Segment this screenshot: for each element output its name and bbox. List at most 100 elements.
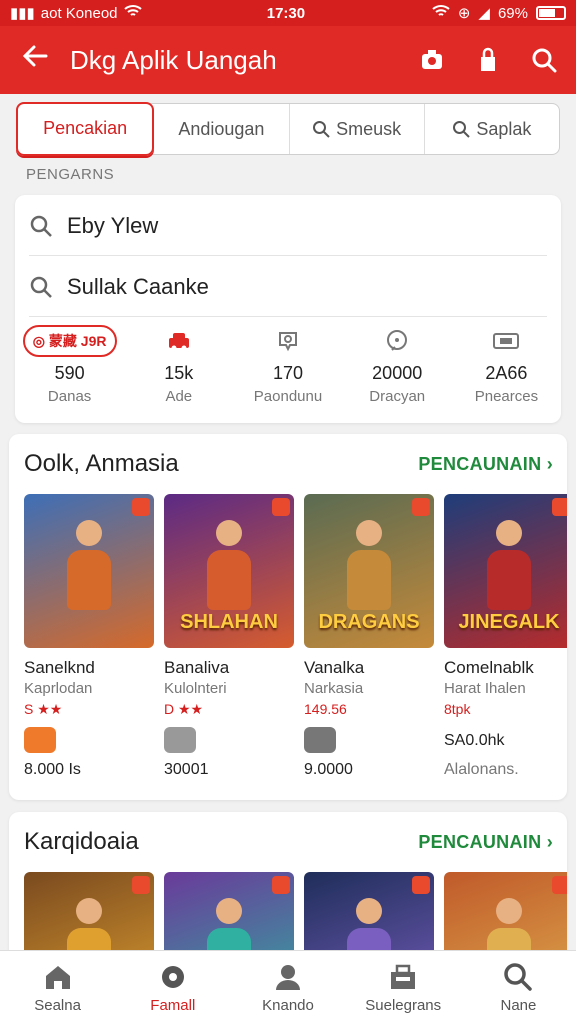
status-bar: ▮▮▮ aot Koneod 17:30 ⊕ ◢ 69%: [0, 0, 576, 26]
search-suggestions-card: Eby Ylew Sullak Caanke ◎ 蒙藏 J9R 590 Danas…: [15, 195, 561, 423]
tab-smeusk[interactable]: Smeusk: [290, 104, 425, 154]
stat-item[interactable]: 2A66 Pnearces: [452, 323, 561, 413]
bottom-navigation: Sealna Famall Knando Suelegrans Nane: [0, 950, 576, 1024]
suggestion-item[interactable]: Eby Ylew: [29, 196, 547, 256]
stat-item[interactable]: 15k Ade: [124, 323, 233, 413]
game-card[interactable]: STLANDAS: [24, 872, 154, 962]
nav-item-games[interactable]: Famall: [115, 951, 230, 1024]
game-subtitle: Kaprlodan: [24, 680, 93, 697]
game-row: STLANDASPEIDASDIADAKSVOKDIK: [9, 872, 567, 962]
see-more-link[interactable]: PENCAUNAIN ›: [418, 832, 553, 853]
nav-label: Knando: [262, 997, 314, 1014]
game-thumbnail[interactable]: VOKDIK: [444, 872, 567, 962]
ticket-icon: [493, 333, 520, 349]
game-thumbnail[interactable]: DRAGANS: [304, 494, 434, 648]
nav-item-store[interactable]: Suelegrans: [346, 951, 461, 1024]
stat-item[interactable]: ◎ 蒙藏 J9R 590 Danas: [15, 323, 124, 413]
character-art: [62, 520, 116, 630]
character-head: [76, 520, 102, 546]
tab-label: Andiougan: [178, 118, 265, 139]
camera-button[interactable]: [418, 46, 446, 74]
game-icon-row: [304, 721, 434, 759]
game-thumbnail[interactable]: SHLAHAN: [164, 494, 294, 648]
chevron-right-icon: ›: [546, 453, 553, 474]
game-card[interactable]: SHLAHAN Banaliva Kulolnteri D ★★ 30001: [164, 494, 294, 779]
battery-icon: [536, 6, 566, 20]
stat-value: 2A66: [485, 363, 528, 383]
search-icon: [30, 276, 52, 298]
tab-andiougan[interactable]: Andiougan: [154, 104, 290, 154]
chat-icon: [387, 330, 408, 351]
nav-item-search[interactable]: Nane: [461, 951, 576, 1024]
character-body: [207, 550, 251, 610]
character-head: [496, 520, 522, 546]
person-icon: [276, 965, 300, 990]
game-section: Oolk, Anmasia PENCAUNAIN › Sanelknd Kaprl…: [9, 434, 567, 800]
filter-tabs: Pencakian Andiougan Smeusk Saplak: [16, 101, 560, 156]
game-card[interactable]: Sanelknd Kaprlodan S ★★ 8.000 Is: [24, 494, 154, 779]
game-name: Comelnablk: [444, 658, 534, 677]
game-count-secondary: Alalonans.: [444, 761, 519, 778]
battery-percent: 69%: [497, 4, 528, 22]
wifi-icon-2: [432, 4, 450, 22]
game-rating: 149.56: [304, 701, 347, 717]
cell-icon: ◢: [478, 5, 490, 22]
stat-value: 20000: [372, 363, 423, 383]
target-icon: ◎: [32, 332, 45, 349]
back-button[interactable]: [0, 43, 70, 77]
game-card[interactable]: VOKDIK: [444, 872, 567, 962]
game-thumbnail[interactable]: JINEGALK: [444, 494, 567, 648]
car-icon: [168, 333, 189, 351]
badge-icon: [132, 876, 150, 894]
game-thumbnail[interactable]: [24, 494, 154, 648]
game-thumbnail[interactable]: DIADAKS: [304, 872, 434, 962]
stat-label: Ade: [165, 388, 193, 405]
nav-label: Famall: [150, 997, 196, 1014]
badge-icon: [272, 876, 290, 894]
game-rating: D ★★: [164, 701, 204, 717]
badge-icon: [552, 876, 567, 894]
game-thumbnail[interactable]: PEIDAS: [164, 872, 294, 962]
game-thumbnail[interactable]: STLANDAS: [24, 872, 154, 962]
nav-item-home[interactable]: Sealna: [0, 951, 115, 1024]
wifi-icon: [123, 4, 142, 22]
alarm-icon: ⊕: [457, 5, 471, 22]
game-rating: 8tpk: [444, 701, 471, 717]
see-more-label: PENCAUNAIN: [418, 831, 542, 852]
game-card[interactable]: JINEGALK Comelnablk Harat Ihalen 8tpk SA0.0h…: [444, 494, 567, 779]
search-icon: [30, 215, 52, 237]
character-head: [356, 898, 382, 924]
tab-saplak[interactable]: Saplak: [425, 104, 559, 154]
section-title: Karqidoaia: [24, 828, 139, 855]
controller-icon: [304, 727, 336, 753]
gear-icon: [161, 966, 184, 988]
character-head: [496, 898, 522, 924]
badge-text: 蒙藏 J9R: [48, 333, 107, 349]
bag-button[interactable]: [474, 46, 502, 74]
tab-pencakian[interactable]: Pencakian: [16, 101, 155, 156]
character-head: [356, 520, 382, 546]
character-body: [487, 550, 531, 610]
suggestion-item[interactable]: Sullak Caanke: [29, 257, 547, 317]
stat-item[interactable]: 20000 Dracyan: [343, 323, 452, 413]
game-card[interactable]: PEIDAS: [164, 872, 294, 962]
nav-item-profile[interactable]: Knando: [230, 951, 345, 1024]
category-badge: ◎ 蒙藏 J9R: [22, 325, 117, 357]
game-card[interactable]: DRAGANS Vanalka Narkasia 149.56 9.0000: [304, 494, 434, 779]
section-label: PENGARNS: [26, 166, 115, 183]
search-button[interactable]: [530, 46, 558, 74]
store-icon: [391, 964, 416, 989]
game-name: Banaliva: [164, 658, 230, 677]
see-more-link[interactable]: PENCAUNAIN ›: [418, 454, 553, 475]
game-name: Sanelknd: [24, 658, 95, 677]
game-section-2: Karqidoaia PENCAUNAIN › STLANDASPEIDASDI…: [9, 812, 567, 962]
stat-item[interactable]: 170 Paondunu: [233, 323, 342, 413]
game-logo-text: JINEGALK: [458, 611, 560, 633]
game-card[interactable]: DIADAKS: [304, 872, 434, 962]
search-icon: [313, 121, 330, 138]
stats-row: ◎ 蒙藏 J9R 590 Danas 15k Ade 170 Paondunu 2…: [15, 323, 561, 413]
game-icon-row: [164, 721, 294, 759]
game-count: SA0.0hk: [444, 732, 505, 749]
tab-label: Saplak: [476, 118, 532, 139]
badge-icon: [552, 498, 567, 516]
